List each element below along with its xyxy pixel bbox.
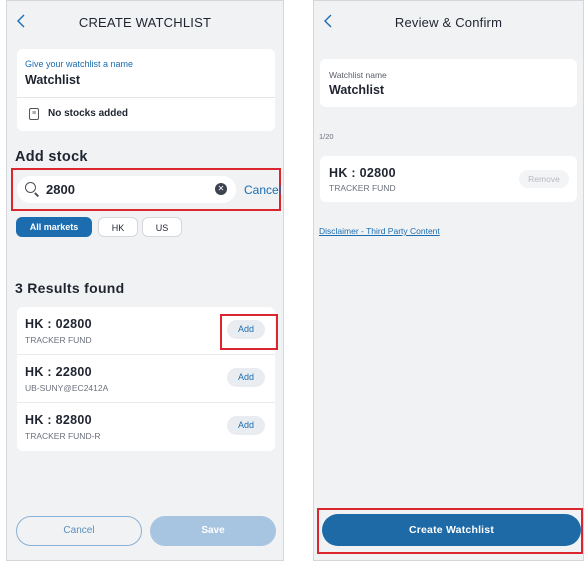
disclaimer-link[interactable]: Disclaimer - Third Party Content xyxy=(319,226,440,236)
list-icon: ≡ xyxy=(29,108,39,120)
divider xyxy=(17,97,275,98)
remove-button[interactable]: Remove xyxy=(519,170,569,188)
create-watchlist-button[interactable]: Create Watchlist xyxy=(322,514,581,546)
tab-all-markets[interactable]: All markets xyxy=(16,217,92,237)
stock-code: HK : 82800 xyxy=(25,413,92,427)
save-button[interactable]: Save xyxy=(150,516,276,546)
watchlist-name-field[interactable]: Watchlist xyxy=(25,73,80,87)
header-bar: CREATE WATCHLIST xyxy=(7,1,283,45)
stock-name: TRACKER FUND xyxy=(329,183,396,193)
stock-code: HK : 22800 xyxy=(25,365,92,379)
cancel-button[interactable]: Cancel xyxy=(16,516,142,546)
watchlist-name-value: Watchlist xyxy=(329,83,385,97)
tab-hk[interactable]: HK xyxy=(98,217,138,237)
watchlist-name-label: Watchlist name xyxy=(329,70,387,80)
stock-name: UB-SUNY@EC2412A xyxy=(25,383,109,393)
search-highlight-box: 2800 ✕ Cancel xyxy=(11,168,281,211)
results-heading: 3 Results found xyxy=(15,280,125,296)
search-cancel-button[interactable]: Cancel xyxy=(244,183,281,197)
page-title: Review & Confirm xyxy=(394,15,503,30)
watchlist-name-card: Watchlist name Watchlist xyxy=(320,59,577,107)
add-button[interactable]: Add xyxy=(227,368,265,387)
page-title: CREATE WATCHLIST xyxy=(78,15,212,30)
add-button[interactable]: Add xyxy=(227,416,265,435)
review-confirm-screen: Review & Confirm Watchlist name Watchlis… xyxy=(313,0,584,561)
search-icon xyxy=(25,182,36,193)
list-item: HK : 02800 TRACKER FUND Remove xyxy=(320,156,577,202)
stock-name: TRACKER FUND-R xyxy=(25,431,101,441)
create-highlight-box: Create Watchlist xyxy=(317,508,583,554)
list-item: HK : 82800 TRACKER FUND-R Add xyxy=(17,403,275,451)
watchlist-name-card: Give your watchlist a name Watchlist ≡ N… xyxy=(17,49,275,131)
tab-us[interactable]: US xyxy=(142,217,182,237)
watchlist-name-label: Give your watchlist a name xyxy=(25,59,134,69)
clear-icon[interactable]: ✕ xyxy=(215,183,227,195)
search-input[interactable]: 2800 ✕ xyxy=(17,176,236,203)
stock-code: HK : 02800 xyxy=(329,166,396,180)
header-bar: Review & Confirm xyxy=(314,1,583,45)
add-stock-heading: Add stock xyxy=(15,149,88,165)
no-stocks-text: No stocks added xyxy=(48,108,129,119)
list-item: HK : 22800 UB-SUNY@EC2412A Add xyxy=(17,355,275,403)
create-watchlist-screen: CREATE WATCHLIST Give your watchlist a n… xyxy=(6,0,284,561)
stock-code: HK : 02800 xyxy=(25,317,92,331)
search-query: 2800 xyxy=(46,182,75,197)
stock-name: TRACKER FUND xyxy=(25,335,92,345)
add-highlight-box xyxy=(220,314,278,350)
stock-count: 1/20 xyxy=(319,132,334,141)
